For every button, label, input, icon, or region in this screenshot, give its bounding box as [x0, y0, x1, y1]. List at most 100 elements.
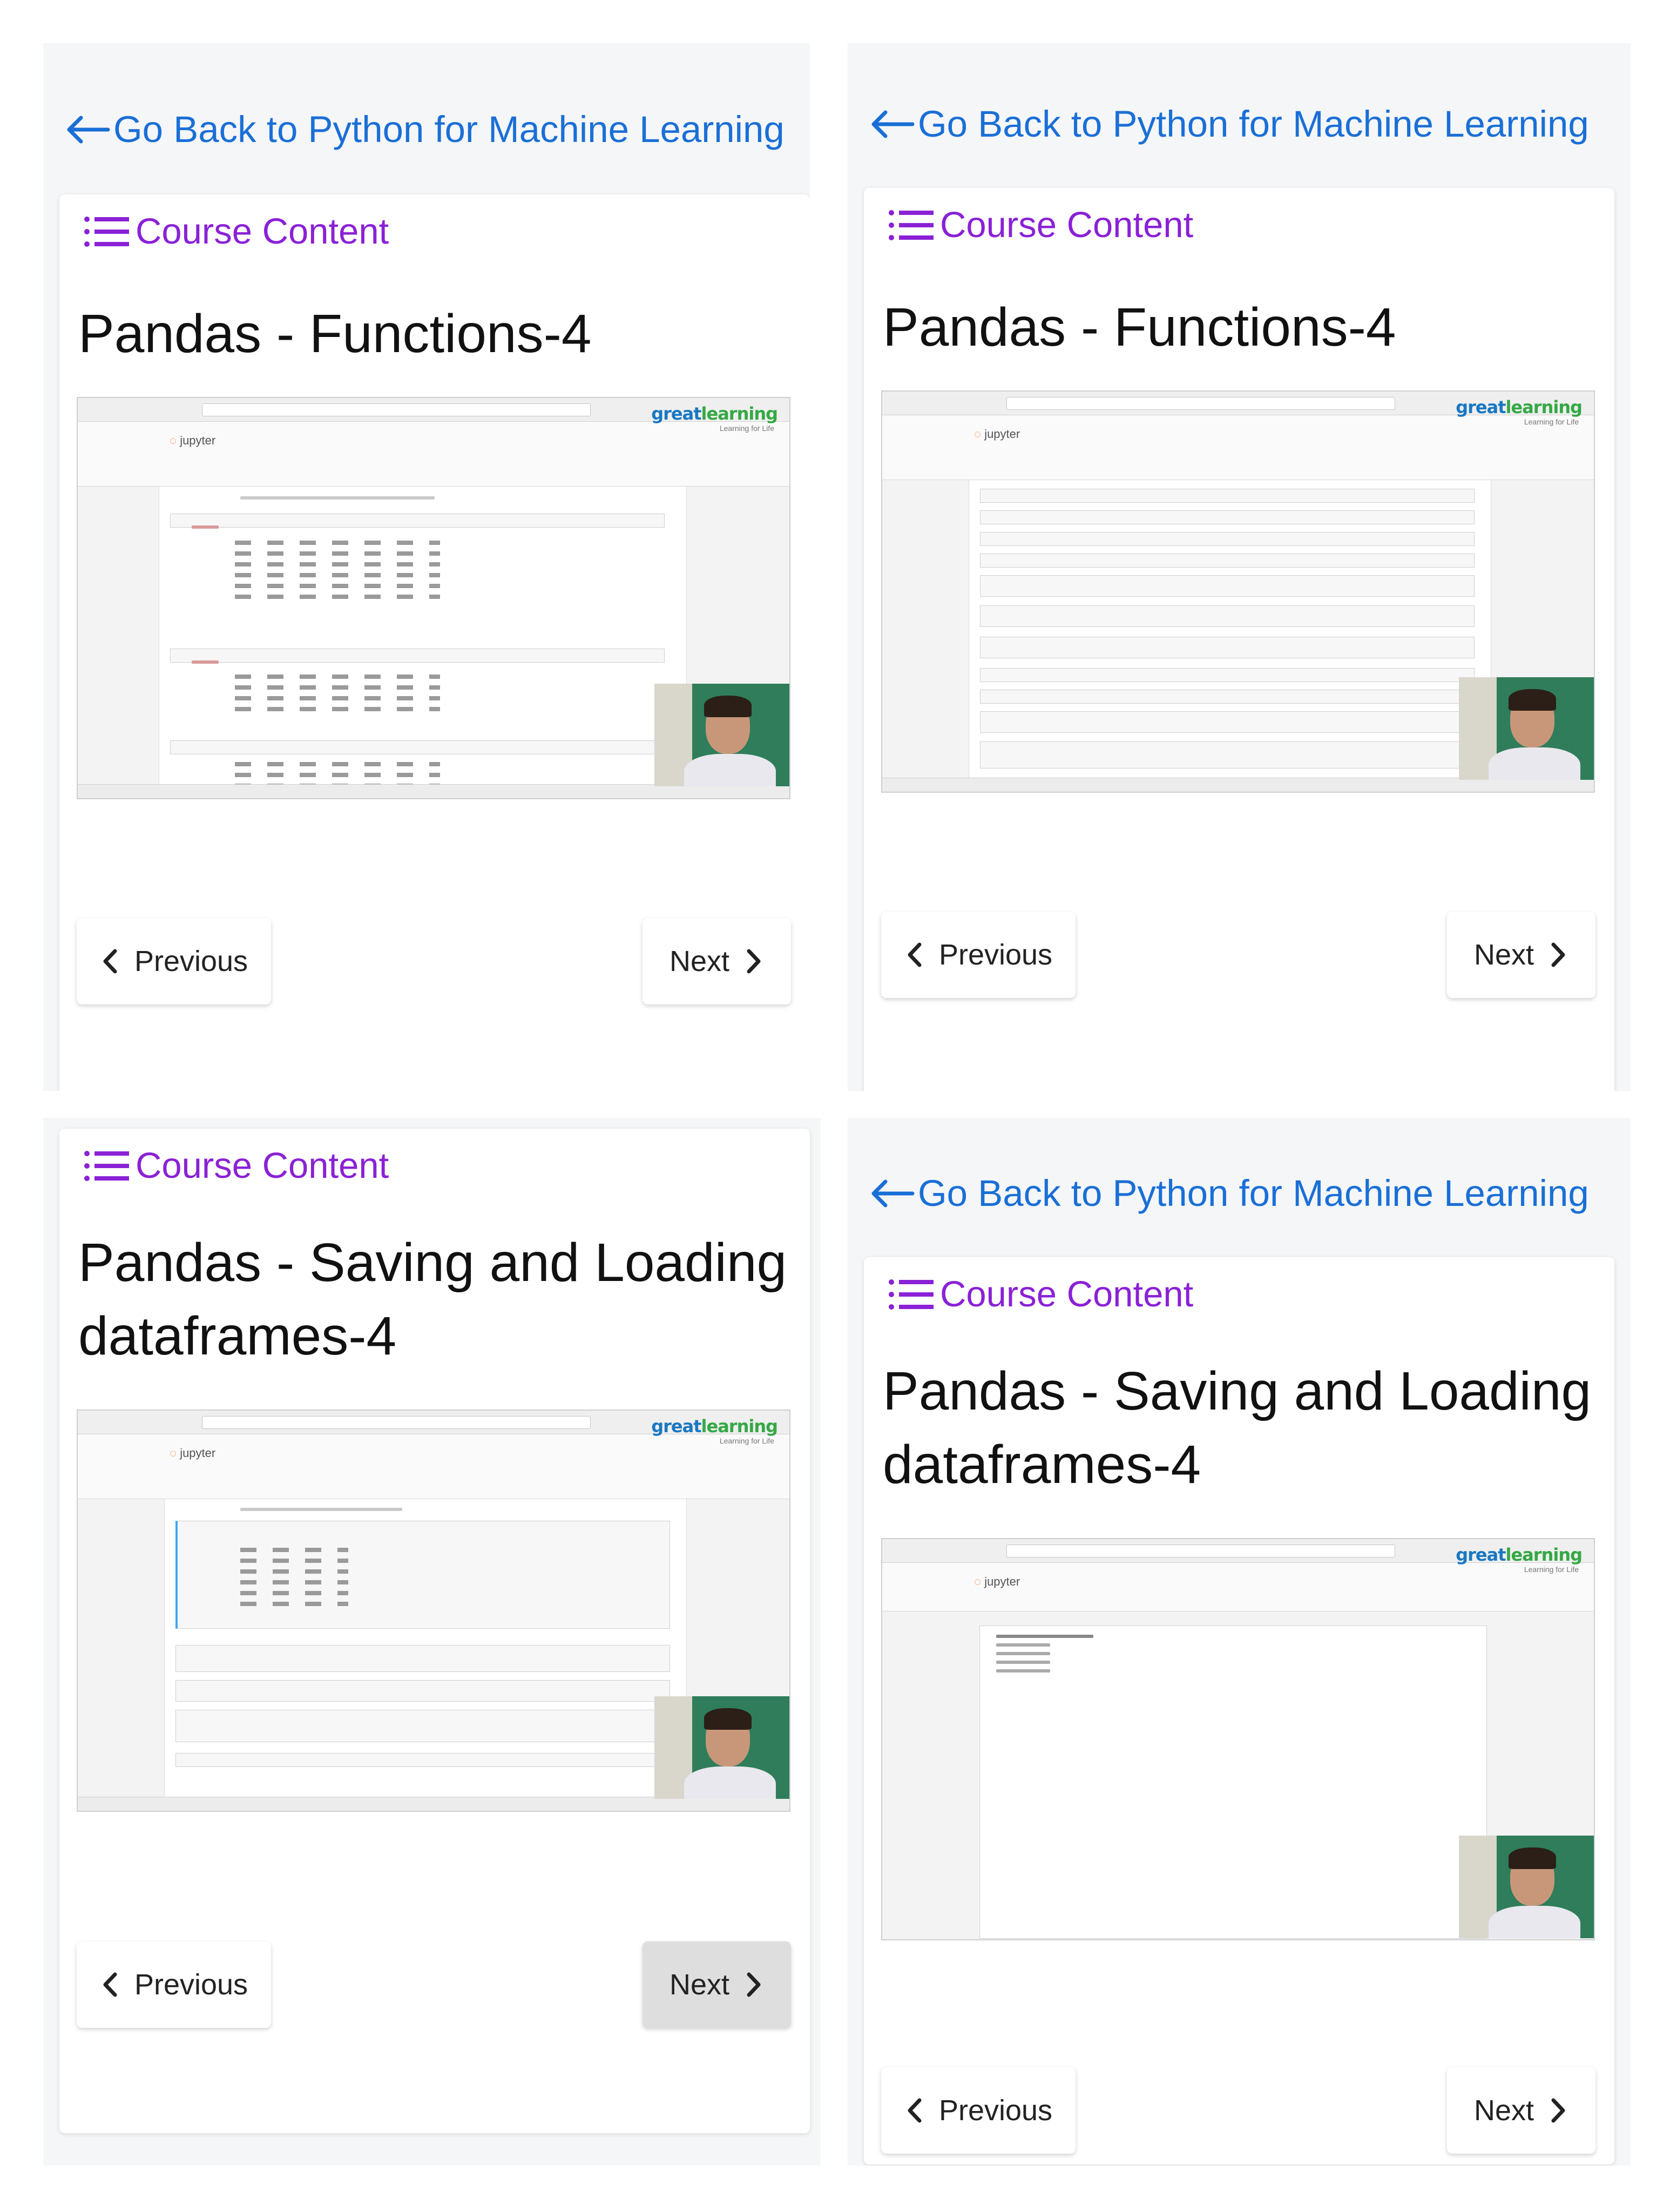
chevron-left-icon — [904, 941, 926, 968]
brand-accent: learning — [701, 1416, 778, 1437]
brand-tagline: Learning for Life — [719, 424, 774, 433]
brand-tagline: Learning for Life — [1524, 1565, 1579, 1574]
jupyter-logo: ◌ jupyter — [974, 427, 1020, 441]
previous-button[interactable]: Previous — [881, 2067, 1076, 2154]
list-icon — [84, 215, 130, 248]
chevron-right-icon — [1547, 2097, 1568, 2124]
browser-url-bar — [202, 1416, 591, 1429]
back-link[interactable]: Go Back to Python for Machine Learning — [869, 1172, 1589, 1215]
chevron-left-icon — [904, 2097, 926, 2124]
jupyter-label: jupyter — [180, 1446, 216, 1460]
lesson-title: Pandas - Saving and Loading dataframes-4 — [883, 1354, 1601, 1501]
list-icon — [888, 1278, 935, 1311]
notebook-header — [78, 1434, 789, 1499]
next-button[interactable]: Next — [1447, 2067, 1595, 2154]
brand-logo: greatlearning — [1456, 397, 1583, 417]
brand-accent: learning — [701, 403, 778, 424]
jupyter-logo: ◌ jupyter — [974, 1575, 1020, 1588]
brand-logo: greatlearning — [651, 403, 778, 424]
course-content-link[interactable]: Course Content — [888, 204, 1193, 246]
next-button[interactable]: Next — [643, 1941, 791, 2028]
lesson-title-line: dataframes-4 — [78, 1306, 397, 1366]
list-icon — [888, 208, 935, 242]
next-label: Next — [669, 945, 730, 977]
next-label: Next — [1473, 939, 1534, 971]
video-player[interactable]: ◌ jupyter greatlearning Learning for Lif… — [77, 1410, 790, 1812]
browser-url-bar — [1006, 1545, 1395, 1557]
jupyter-label: jupyter — [180, 434, 216, 447]
video-player[interactable]: ◌ jupyter greatlearning Learning for Lif… — [881, 390, 1595, 793]
brand-tagline: Learning for Life — [719, 1437, 774, 1445]
course-content-link[interactable]: Course Content — [84, 1145, 389, 1186]
course-content-label: Course Content — [940, 1274, 1194, 1314]
notebook-header — [882, 415, 1594, 480]
brand-tagline: Learning for Life — [1524, 417, 1579, 426]
next-button[interactable]: Next — [643, 918, 791, 1004]
next-button[interactable]: Next — [1447, 912, 1595, 998]
lesson-title-line: dataframes-4 — [883, 1434, 1201, 1495]
lesson-title: Pandas - Functions-4 — [883, 291, 1601, 364]
back-link-label: Go Back to Python for Machine Learning — [113, 109, 785, 150]
chevron-right-icon — [742, 1971, 764, 1998]
jupyter-label: jupyter — [984, 1575, 1020, 1588]
list-icon — [84, 1149, 130, 1183]
lesson-title-line: Pandas - Saving and Loading — [78, 1232, 787, 1293]
instructor-webcam — [1459, 1836, 1594, 1938]
brand-logo: greatlearning — [651, 1416, 778, 1437]
text-editor — [979, 1626, 1487, 1939]
lesson-title-line: Pandas - Functions-4 — [883, 297, 1396, 358]
browser-url-bar — [202, 403, 591, 416]
brand-main: great — [1456, 1545, 1506, 1565]
previous-label: Previous — [938, 939, 1053, 971]
course-content-label: Course Content — [136, 1145, 389, 1186]
notebook-body — [164, 1499, 687, 1797]
video-player[interactable]: ◌ jupyter greatlearning Learning for Lif… — [77, 397, 790, 799]
previous-button[interactable]: Previous — [77, 1941, 271, 2028]
back-link[interactable]: Go Back to Python for Machine Learning — [869, 103, 1589, 145]
instructor-webcam — [654, 1696, 789, 1799]
panel-top-right: Go Back to Python for Machine Learning C… — [848, 43, 1631, 1091]
previous-button[interactable]: Previous — [77, 918, 271, 1004]
notebook-body — [159, 487, 687, 788]
course-content-link[interactable]: Course Content — [84, 211, 389, 252]
lesson-card: Course Content Pandas - Functions-4 ◌ ju… — [59, 194, 810, 1091]
arrow-left-icon — [869, 1177, 915, 1210]
course-content-label: Course Content — [136, 211, 389, 252]
jupyter-logo: ◌ jupyter — [170, 1446, 216, 1460]
lesson-title-line: Pandas - Saving and Loading — [883, 1361, 1592, 1421]
next-label: Next — [669, 1968, 730, 2001]
panel-bottom-right: Go Back to Python for Machine Learning C… — [848, 1118, 1631, 2166]
course-content-label: Course Content — [940, 205, 1194, 245]
panel-top-left: Go Back to Python for Machine Learning C… — [43, 43, 810, 1091]
brand-main: great — [651, 403, 701, 424]
panel-bottom-left: Course Content Pandas - Saving and Loadi… — [43, 1118, 821, 2166]
brand-accent: learning — [1505, 397, 1583, 417]
back-link-label: Go Back to Python for Machine Learning — [918, 103, 1589, 145]
brand-logo: greatlearning — [1456, 1545, 1583, 1565]
previous-label: Previous — [938, 2094, 1053, 2127]
previous-label: Previous — [134, 945, 248, 977]
jupyter-logo: ◌ jupyter — [170, 434, 216, 447]
brand-main: great — [1456, 397, 1506, 417]
next-label: Next — [1473, 2094, 1534, 2127]
video-player[interactable]: ◌ jupyter greatlearning Learning for Lif… — [881, 1538, 1595, 1940]
lesson-title-line: Pandas - Functions-4 — [78, 304, 592, 364]
previous-button[interactable]: Previous — [881, 912, 1076, 998]
jupyter-label: jupyter — [984, 427, 1020, 441]
course-content-link[interactable]: Course Content — [888, 1273, 1193, 1315]
brand-accent: learning — [1505, 1545, 1583, 1565]
chevron-right-icon — [742, 948, 764, 975]
lesson-card: Course Content Pandas - Saving and Loadi… — [864, 1257, 1614, 2164]
back-link-label: Go Back to Python for Machine Learning — [918, 1172, 1589, 1214]
chevron-right-icon — [1547, 941, 1568, 968]
back-link[interactable]: Go Back to Python for Machine Learning — [65, 108, 785, 151]
instructor-webcam — [654, 684, 789, 786]
chevron-left-icon — [100, 948, 121, 975]
arrow-left-icon — [65, 113, 110, 146]
instructor-webcam — [1459, 677, 1594, 780]
lesson-title: Pandas - Functions-4 — [78, 297, 796, 370]
notebook-header — [78, 422, 789, 487]
lesson-card: Course Content Pandas - Functions-4 ◌ ju… — [864, 188, 1614, 1091]
brand-main: great — [651, 1416, 701, 1437]
arrow-left-icon — [869, 108, 915, 140]
